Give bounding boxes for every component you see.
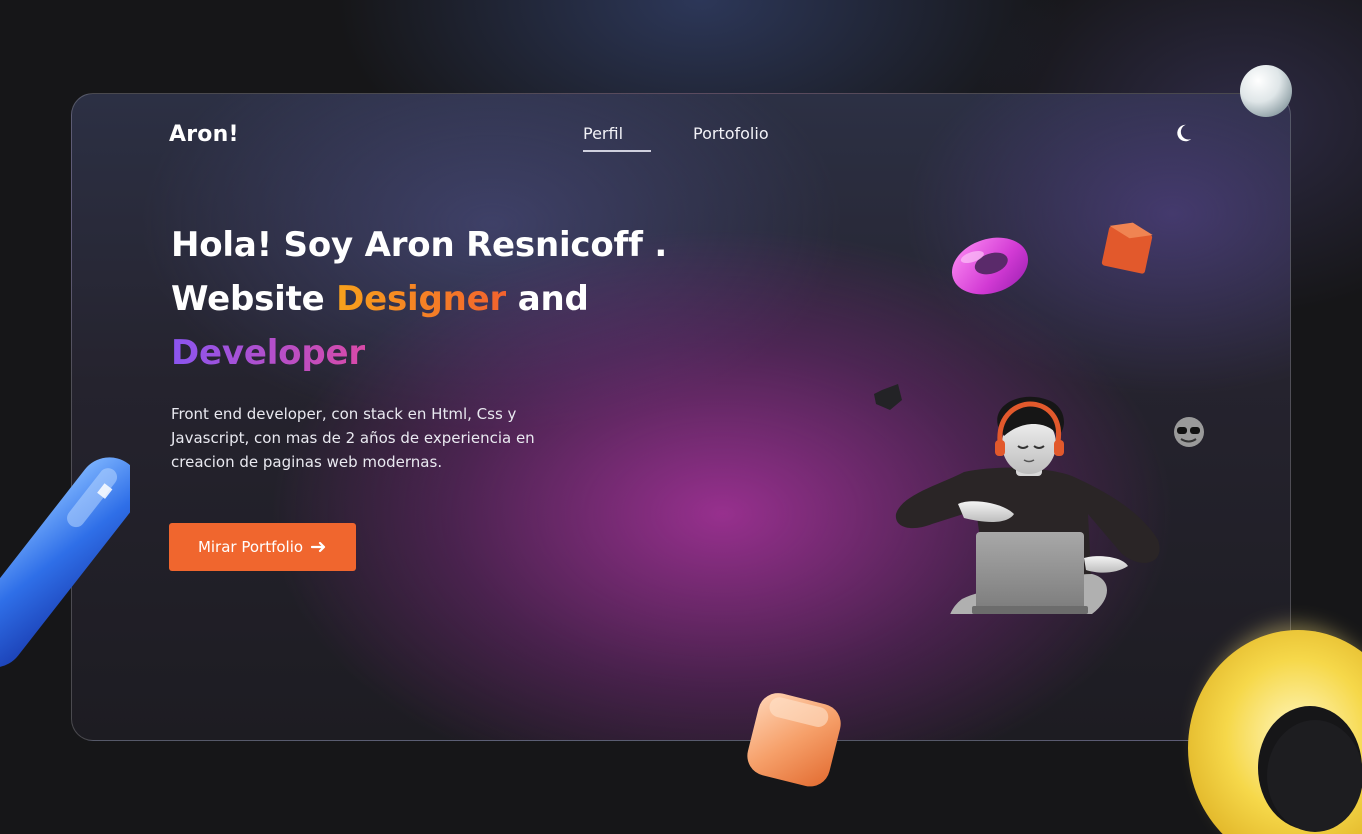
blue-capsule-shape xyxy=(0,457,130,668)
hero-line-1: Hola! Soy Aron Resnicoff . xyxy=(171,225,668,265)
orange-cube-shape xyxy=(747,693,841,787)
white-sphere-shape xyxy=(1240,65,1292,117)
main-nav: Perfil Portofolio xyxy=(583,124,769,152)
small-orange-cube-shape xyxy=(1101,222,1153,274)
hero-title: Hola! Soy Aron Resnicoff . Website Desig… xyxy=(171,218,731,380)
site-logo[interactable]: Aron! xyxy=(169,122,239,147)
view-portfolio-label: Mirar Portfolio xyxy=(197,538,304,556)
designer-highlight: Designer xyxy=(336,279,507,319)
yellow-torus-shape xyxy=(1188,625,1362,834)
view-portfolio-button[interactable]: Mirar Portfolio xyxy=(169,523,356,571)
laptop xyxy=(976,532,1084,610)
developer-3d-illustration xyxy=(874,222,1204,614)
nav-link-portofolio[interactable]: Portofolio xyxy=(693,124,769,152)
hero-description: Front end developer, con stack en Html, … xyxy=(171,405,535,471)
developer-highlight: Developer xyxy=(171,333,365,373)
hero-line-2-start: Website xyxy=(171,279,337,319)
black-cube-shape xyxy=(874,384,902,410)
arrow-right-icon xyxy=(311,541,326,553)
hero-line-2-end: and xyxy=(506,279,589,319)
hero-card: Aron! Perfil Portofolio Hola! Soy Aron R… xyxy=(71,93,1291,741)
pink-donut-shape xyxy=(951,237,1029,295)
nav-link-perfil[interactable]: Perfil xyxy=(583,124,651,152)
sunglasses-emoji-icon xyxy=(1174,417,1204,447)
moon-icon[interactable] xyxy=(1172,122,1194,144)
